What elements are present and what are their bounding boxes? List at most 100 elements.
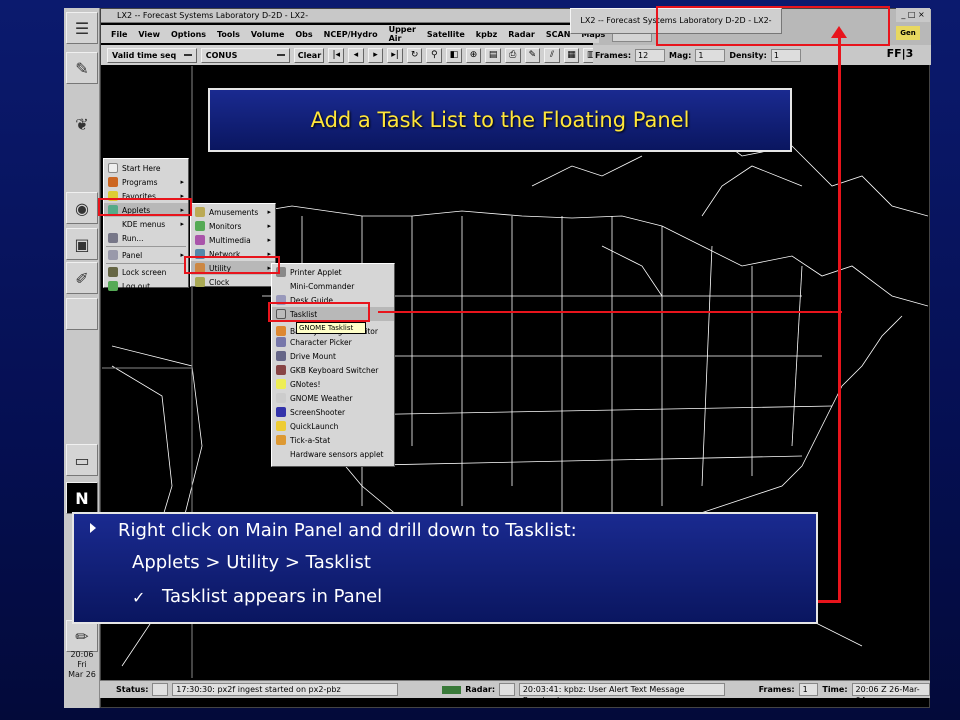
menu-upper-air[interactable]: Upper Air	[389, 25, 416, 43]
gimp-icon[interactable]: ✐	[66, 262, 98, 294]
menu-gnotes[interactable]: GNotes!	[272, 377, 394, 391]
menu-printer-applet[interactable]: Printer Applet	[272, 265, 394, 279]
window-controls[interactable]: _ □ ×	[896, 8, 930, 22]
zoom-icon[interactable]: ⚲	[426, 47, 443, 63]
menu-kde[interactable]: KDE menus ▸	[104, 217, 188, 231]
menu-hardware-sensors-label: Hardware sensors applet	[290, 449, 384, 459]
menu-gnome-weather[interactable]: GNOME Weather	[272, 391, 394, 405]
menu-mini-commander[interactable]: Mini-Commander	[272, 279, 394, 293]
mag-select[interactable]: 1	[695, 48, 726, 62]
globe-icon[interactable]: ◉	[66, 192, 98, 224]
menu-hardware-sensors[interactable]: Hardware sensors applet	[272, 447, 394, 461]
menu-monitors[interactable]: Monitors ▸	[191, 219, 275, 233]
menu-view[interactable]: View	[138, 30, 160, 39]
notepad-icon[interactable]: ✎	[66, 52, 98, 84]
valid-time-select[interactable]: Valid time seq	[107, 47, 197, 63]
instruction-line-2: Applets > Utility > Tasklist	[132, 552, 371, 573]
utility-submenu: Printer Applet Mini-Commander Desk Guide…	[271, 263, 395, 467]
menu-quicklaunch-label: QuickLaunch	[290, 421, 339, 431]
menu-programs[interactable]: Programs ▸	[104, 175, 188, 189]
menu-obs[interactable]: Obs	[295, 30, 312, 39]
menu-separator	[106, 263, 186, 264]
submenu-arrow-icon: ▸	[180, 220, 184, 228]
next-frame-icon[interactable]: ▸	[367, 47, 384, 63]
menu-gkb-label: GKB Keyboard Switcher	[290, 365, 379, 375]
annotation-line-horizontal	[378, 311, 842, 313]
menu-tick-a-stat[interactable]: Tick-a-Stat	[272, 433, 394, 447]
image-icon[interactable]: ▣	[66, 228, 98, 260]
menu-ncep-hydro[interactable]: NCEP/Hydro	[324, 30, 378, 39]
annotation-line-vertical	[838, 32, 841, 602]
menu-start-here-label: Start Here	[122, 163, 161, 173]
gen-button[interactable]: Gen	[896, 26, 920, 40]
check-icon: ✓	[132, 588, 146, 607]
menu-kpbz[interactable]: kpbz	[476, 30, 497, 39]
menu-volume[interactable]: Volume	[251, 30, 284, 39]
frames-label: Frames:	[595, 50, 632, 60]
menu-run-label: Run...	[122, 233, 144, 243]
status-indicator	[152, 683, 169, 696]
menu-panel-label: Panel	[122, 250, 143, 260]
menu-kde-label: KDE menus	[122, 219, 166, 229]
main-menu: Start Here Programs ▸ Favorites ▸ Applets ▸…	[103, 158, 189, 291]
tasklist-tooltip: GNOME Tasklist	[296, 322, 366, 334]
clock-time: 20:06	[70, 650, 94, 659]
last-frame-icon[interactable]: ▸|	[387, 47, 403, 63]
menu-lock-screen[interactable]: Lock screen	[104, 265, 188, 279]
menu-drive-mount[interactable]: Drive Mount	[272, 349, 394, 363]
menu-printer-applet-label: Printer Applet	[290, 267, 342, 277]
menubar: File View Options Tools Volume Obs NCEP/…	[101, 25, 605, 43]
menu-run[interactable]: Run...	[104, 231, 188, 245]
frames-status-value: 1	[798, 683, 819, 696]
dropdown-dash-icon	[183, 54, 192, 56]
edit-icon[interactable]: ✎	[524, 47, 541, 63]
pencil-icon[interactable]: ✏	[66, 620, 98, 652]
instruction-line-3: Tasklist appears in Panel	[162, 586, 383, 607]
status-bar: Status: 17:30:30: px2f ingest started on…	[100, 680, 931, 705]
menu-gkb[interactable]: GKB Keyboard Switcher	[272, 363, 394, 377]
menu-amusements[interactable]: Amusements ▸	[191, 205, 275, 219]
scale-select[interactable]: CONUS	[200, 47, 291, 63]
density-label: Density:	[729, 50, 767, 60]
menu-character-picker[interactable]: Character Picker	[272, 335, 394, 349]
gnome-foot-icon[interactable]: ❦	[66, 108, 98, 140]
frames-select[interactable]: 12	[635, 48, 666, 62]
menu-start-here[interactable]: Start Here	[104, 161, 188, 175]
print-icon[interactable]: ⎙	[504, 47, 521, 63]
submenu-arrow-icon: ▸	[267, 208, 271, 216]
menu-screenshooter[interactable]: ScreenShooter	[272, 405, 394, 419]
menu-file[interactable]: File	[111, 30, 127, 39]
slide-title-banner: Add a Task List to the Floating Panel	[208, 88, 792, 152]
menu-satellite[interactable]: Satellite	[427, 30, 465, 39]
clock-day: Fri	[77, 660, 87, 669]
time-value: 20:06 Z 26-Mar-04	[851, 683, 931, 705]
menu-tools[interactable]: Tools	[217, 30, 240, 39]
menu-clock[interactable]: Clock	[191, 275, 275, 289]
menu-scan[interactable]: SCAN	[546, 30, 571, 39]
wind-icon[interactable]: ⫽	[544, 47, 560, 63]
menu-mini-commander-label: Mini-Commander	[290, 281, 355, 291]
density-select[interactable]: 1	[770, 48, 801, 62]
menu-radar[interactable]: Radar	[508, 30, 535, 39]
slide-title: Add a Task List to the Floating Panel	[310, 108, 690, 132]
select-icon[interactable]: ⊕	[465, 47, 482, 63]
map-icon[interactable]: ◧	[446, 47, 462, 63]
netscape-icon[interactable]: N	[66, 482, 98, 514]
tasklist-slot-icon[interactable]	[66, 298, 98, 330]
first-frame-icon[interactable]: |◂	[328, 47, 345, 63]
instruction-line-1: Right click on Main Panel and drill down…	[118, 520, 577, 541]
prev-frame-icon[interactable]: ◂	[348, 47, 364, 63]
menu-panel[interactable]: Panel ▸	[104, 248, 188, 262]
menu-quicklaunch[interactable]: QuickLaunch	[272, 419, 394, 433]
menu-options[interactable]: Options	[171, 30, 206, 39]
monitor-icon[interactable]: ▭	[66, 444, 98, 476]
panel-menu-icon[interactable]: ☰	[66, 12, 98, 44]
submenu-arrow-icon: ▸	[180, 178, 184, 186]
menu-multimedia[interactable]: Multimedia ▸	[191, 233, 275, 247]
clear-button[interactable]: Clear	[294, 47, 325, 63]
panel-icon[interactable]: ▦	[563, 47, 580, 63]
submenu-arrow-icon: ▸	[267, 222, 271, 230]
image-icon[interactable]: ▤	[485, 47, 501, 63]
menu-log-out[interactable]: Log out	[104, 279, 188, 293]
loop-icon[interactable]: ↻	[406, 47, 423, 63]
